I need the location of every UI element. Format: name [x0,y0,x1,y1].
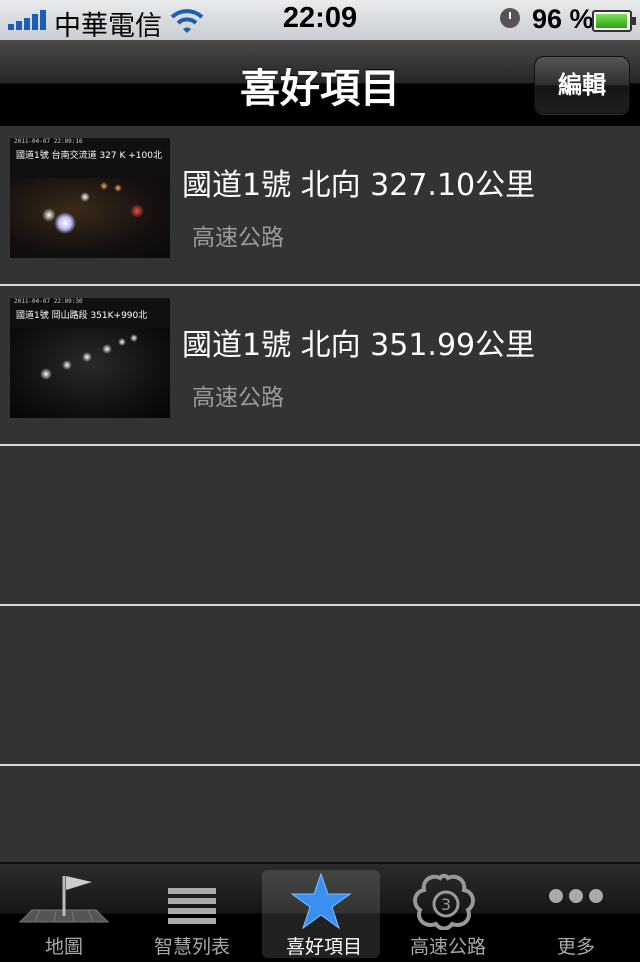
navigation-bar: 喜好項目 編輯 [0,40,640,127]
tab-more[interactable]: 更多 [512,864,640,962]
empty-row [0,606,640,766]
status-bar: 中華電信 22:09 96 % [0,0,640,42]
list-icon [168,888,216,924]
battery-percent: 96 % [532,4,594,34]
tab-favorites[interactable]: 喜好項目 [260,864,388,962]
tab-map[interactable]: 地圖 [0,864,128,962]
list-item[interactable]: 2011-04-07 22:09:30 國道1號 岡山路段 351K+990北 … [0,286,640,446]
empty-row [0,446,640,606]
edit-button[interactable]: 編輯 [534,56,630,114]
map-flag-icon [18,876,110,923]
camera-category: 高速公路 [192,385,284,411]
tab-bar: 地圖 智慧列表 喜好項目 3 高速公路 更多 [0,862,640,962]
camera-title: 國道1號 北向 351.99公里 [182,328,536,363]
favorites-list: 2011-04-07 22:09:16 國道1號 台南交流道 327 K +10… [0,126,640,862]
battery-icon [592,10,636,32]
camera-caption: 國道1號 岡山路段 351K+990北 [16,311,148,321]
camera-thumbnail: 2011-04-07 22:09:16 國道1號 台南交流道 327 K +10… [10,138,170,258]
camera-caption: 國道1號 台南交流道 327 K +100北 [16,151,162,161]
star-icon [290,872,352,930]
alarm-clock-icon [500,8,520,28]
camera-title: 國道1號 北向 327.10公里 [182,168,536,203]
more-icon [549,889,603,903]
camera-thumbnail: 2011-04-07 22:09:30 國道1號 岡山路段 351K+990北 [10,298,170,418]
tab-highway[interactable]: 3 高速公路 [384,864,512,962]
list-item[interactable]: 2011-04-07 22:09:16 國道1號 台南交流道 327 K +10… [0,126,640,286]
svg-text:3: 3 [441,895,451,914]
highway-shield-icon: 3 [413,873,475,930]
tab-smart-list[interactable]: 智慧列表 [128,864,256,962]
camera-category: 高速公路 [192,225,284,251]
